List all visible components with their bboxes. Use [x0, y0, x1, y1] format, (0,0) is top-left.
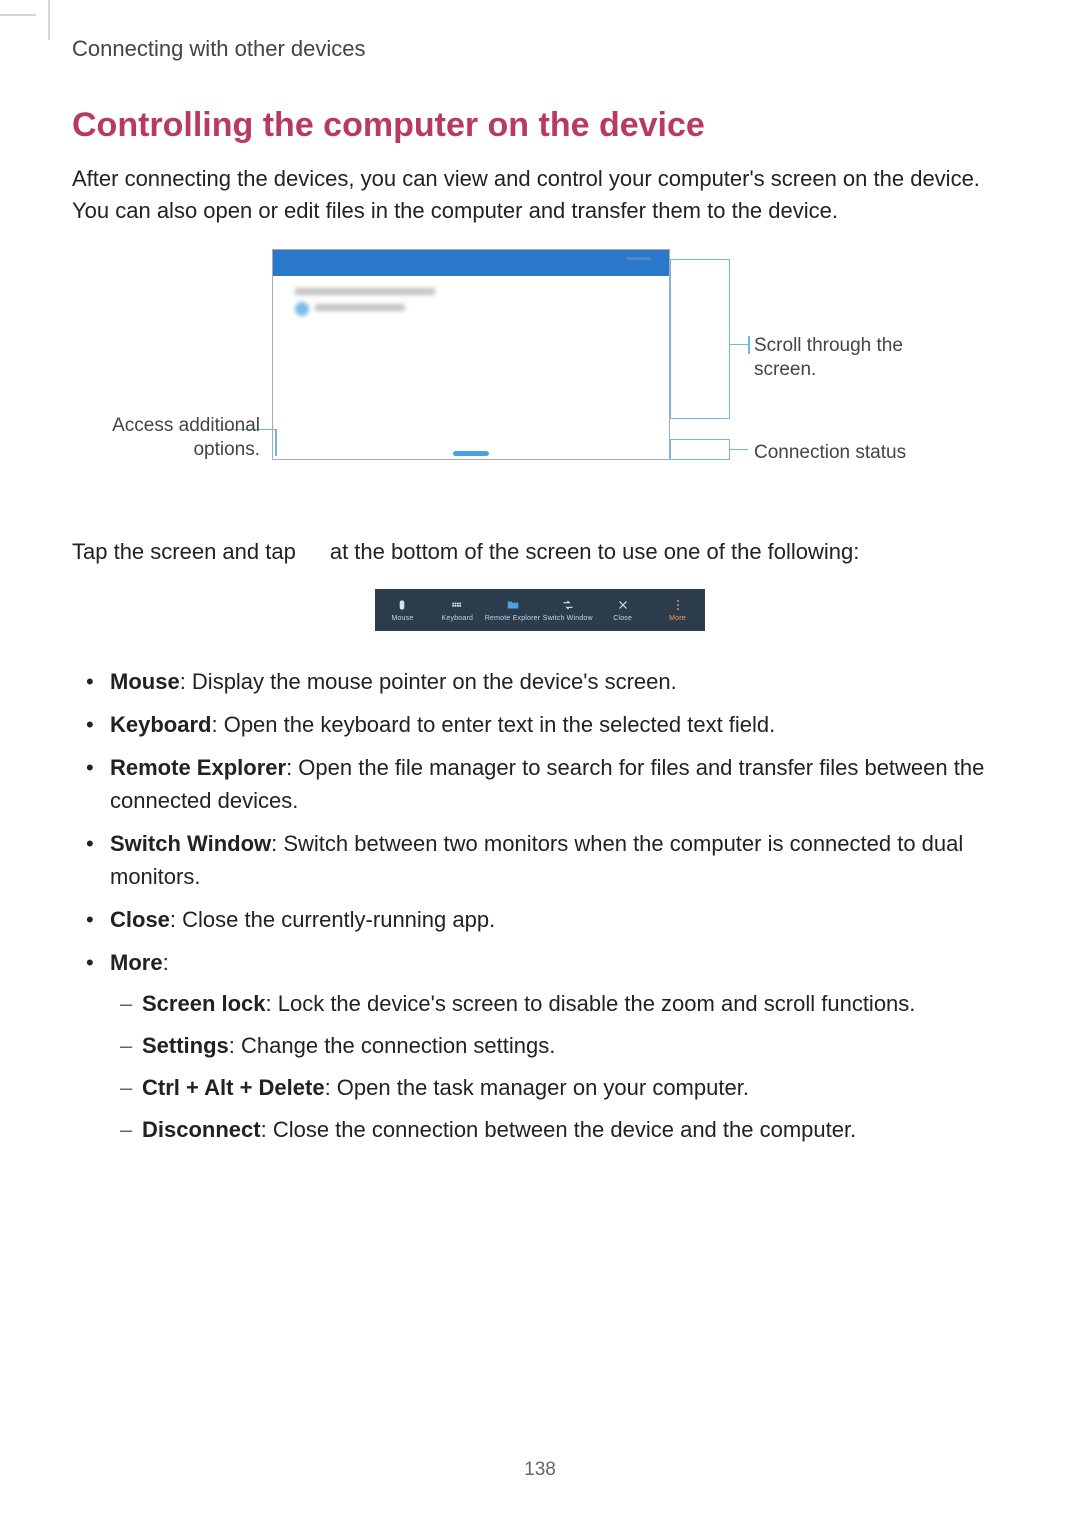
- callout-options-label: Access additional options.: [112, 414, 260, 462]
- remote-window-placeholder: [315, 304, 405, 311]
- tap-instruction: Tap the screen and tap at the bottom of t…: [72, 539, 1008, 565]
- callout-line: [748, 336, 750, 354]
- list-item: Switch Window: Switch between two monito…: [110, 827, 1008, 893]
- switch-window-icon: [561, 597, 575, 613]
- callout-box-scroll: [670, 259, 730, 419]
- toolbar-item-remote-explorer: Remote Explorer: [485, 589, 541, 631]
- callout-scroll-label: Scroll through the screen.: [754, 334, 954, 382]
- term-close: Close: [110, 907, 170, 932]
- figure-toolbar: Mouse Keyboard Remote Explorer Switch Wi…: [375, 589, 705, 631]
- desc-keyboard: : Open the keyboard to enter text in the…: [211, 712, 775, 737]
- toolbar-label: Remote Explorer: [485, 615, 541, 622]
- toolbar-label: More: [669, 615, 686, 622]
- callout-connection-label: Connection status: [754, 441, 974, 465]
- toolbar-label: Keyboard: [442, 615, 474, 622]
- list-item: Keyboard: Open the keyboard to enter tex…: [110, 708, 1008, 741]
- desc-settings: : Change the connection settings.: [229, 1033, 556, 1058]
- figure-remote-screen: Scroll through the screen. Connection st…: [72, 249, 1008, 509]
- close-icon: [616, 597, 630, 613]
- term-screen-lock: Screen lock: [142, 991, 266, 1016]
- toolbar-label: Mouse: [391, 615, 413, 622]
- term-more: More: [110, 950, 163, 975]
- callout-box-connection: [670, 439, 730, 460]
- list-item: Close: Close the currently-running app.: [110, 903, 1008, 936]
- folder-icon: [506, 597, 520, 613]
- toolbar-label: Switch Window: [543, 615, 593, 622]
- chapter-title: Connecting with other devices: [72, 36, 1008, 62]
- margin-rule-vertical: [48, 0, 50, 40]
- remote-window-placeholder: [295, 288, 435, 295]
- list-item: Mouse: Display the mouse pointer on the …: [110, 665, 1008, 698]
- callout-line: [730, 344, 748, 346]
- page-content: Connecting with other devices Controllin…: [0, 0, 1080, 1147]
- remote-window-placeholder: [295, 302, 309, 316]
- term-settings: Settings: [142, 1033, 229, 1058]
- term-disconnect: Disconnect: [142, 1117, 261, 1142]
- desc-close: : Close the currently-running app.: [170, 907, 495, 932]
- options-list: Mouse: Display the mouse pointer on the …: [72, 665, 1008, 1147]
- more-sublist: Screen lock: Lock the device's screen to…: [110, 987, 1008, 1147]
- page-number: 138: [0, 1459, 1080, 1481]
- term-mouse: Mouse: [110, 669, 180, 694]
- desc-more: :: [163, 950, 169, 975]
- list-item: Screen lock: Lock the device's screen to…: [142, 987, 1008, 1021]
- margin-rule-horizontal: [0, 14, 36, 16]
- desc-ctrl-alt-delete: : Open the task manager on your computer…: [325, 1075, 749, 1100]
- toolbar-item-switch-window: Switch Window: [540, 589, 595, 631]
- toolbar-item-keyboard: Keyboard: [430, 589, 485, 631]
- more-icon: [671, 597, 685, 613]
- remote-window-titlebar: [273, 250, 669, 276]
- list-item: Remote Explorer: Open the file manager t…: [110, 751, 1008, 817]
- term-remote-explorer: Remote Explorer: [110, 755, 286, 780]
- term-switch-window: Switch Window: [110, 831, 271, 856]
- toolbar-item-more: More: [650, 589, 705, 631]
- section-heading: Controlling the computer on the device: [72, 106, 1008, 145]
- term-ctrl-alt-delete: Ctrl + Alt + Delete: [142, 1075, 325, 1100]
- intro-paragraph: After connecting the devices, you can vi…: [72, 163, 1008, 227]
- minimize-icon: [627, 257, 651, 260]
- device-screenshot: [272, 249, 670, 460]
- list-item: More: Screen lock: Lock the device's scr…: [110, 946, 1008, 1147]
- tap-instruction-pre: Tap the screen and tap: [72, 539, 296, 564]
- callout-line: [275, 429, 277, 456]
- tap-instruction-post: at the bottom of the screen to use one o…: [330, 539, 860, 564]
- toolbar-label: Close: [613, 615, 632, 622]
- desc-disconnect: : Close the connection between the devic…: [261, 1117, 857, 1142]
- mouse-icon: [395, 597, 409, 613]
- term-keyboard: Keyboard: [110, 712, 211, 737]
- bottom-handle-icon: [453, 451, 489, 456]
- callout-line: [730, 449, 748, 451]
- list-item: Ctrl + Alt + Delete: Open the task manag…: [142, 1071, 1008, 1105]
- desc-screen-lock: : Lock the device's screen to disable th…: [266, 991, 916, 1016]
- list-item: Disconnect: Close the connection between…: [142, 1113, 1008, 1147]
- toolbar-item-close: Close: [595, 589, 650, 631]
- toolbar-item-mouse: Mouse: [375, 589, 430, 631]
- keyboard-icon: [450, 597, 464, 613]
- desc-mouse: : Display the mouse pointer on the devic…: [180, 669, 677, 694]
- list-item: Settings: Change the connection settings…: [142, 1029, 1008, 1063]
